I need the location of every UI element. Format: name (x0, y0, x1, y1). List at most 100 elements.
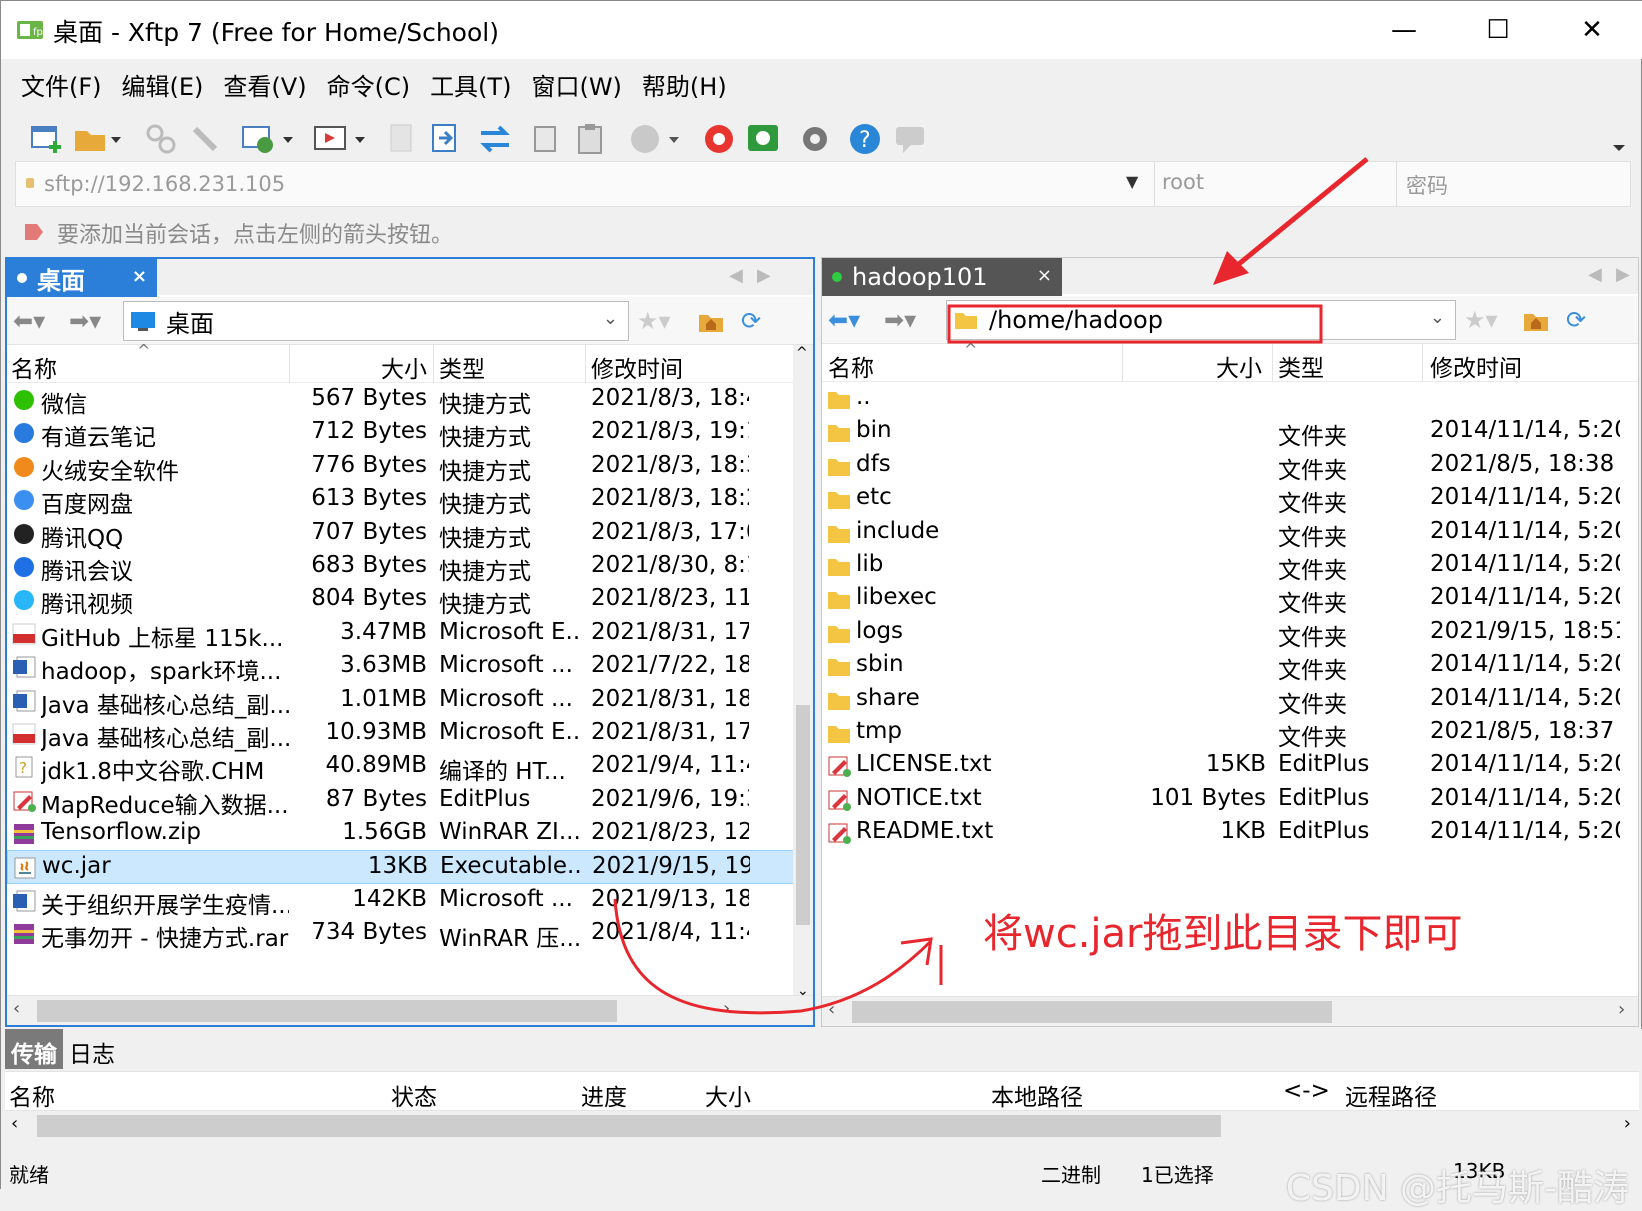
disconnect-icon[interactable] (143, 121, 179, 157)
file-row[interactable]: 关于组织开展学生疫情... 142KB Microsoft ... 2021/9/13… (7, 884, 813, 919)
scroll-thumb[interactable] (37, 1115, 1221, 1137)
menu-view[interactable]: 查看(V) (223, 67, 306, 102)
local-horizontal-scrollbar[interactable]: ‹ › (7, 995, 813, 1025)
file-row[interactable]: LICENSE.txt 15KB EditPlus 2014/11/14, 5:20 (822, 749, 1638, 782)
file-row[interactable]: wc.jar 13KB Executable... 2021/9/15, 19: (7, 850, 813, 884)
password-input[interactable]: 密码 (1406, 170, 1448, 200)
col-size[interactable]: 大小 (381, 350, 427, 384)
local-path-combo[interactable]: 桌面 ⌄ (123, 301, 629, 341)
help-icon[interactable]: ? (847, 121, 883, 157)
terminal-icon[interactable] (313, 121, 369, 157)
tab-next-icon[interactable]: ▶ (757, 265, 771, 286)
tab-local-desktop[interactable]: 桌面 × (7, 259, 157, 297)
file-row[interactable]: 腾讯视频 804 Bytes 快捷方式 2021/8/23, 11: (7, 583, 813, 618)
tab-transfer[interactable]: 传输 (5, 1029, 63, 1069)
scroll-thumb[interactable] (796, 705, 810, 925)
tab-log[interactable]: 日志 (63, 1029, 121, 1069)
file-row[interactable]: Java 基础核心总结_副... 10.93MB Microsoft E... 202… (7, 717, 813, 752)
file-row[interactable]: 微信 567 Bytes 快捷方式 2021/8/3, 18:4 (7, 383, 813, 418)
col-transfer-size[interactable]: 大小 (705, 1078, 751, 1112)
menu-file[interactable]: 文件(F) (21, 67, 102, 102)
file-row[interactable]: dfs 文件夹 2021/8/5, 18:38 (822, 449, 1638, 484)
refresh-icon[interactable]: ⟳ (1566, 306, 1586, 334)
transfer-horizontal-scrollbar[interactable]: ‹ › (5, 1111, 1639, 1141)
file-row[interactable]: Tensorflow.zip 1.56GB WinRAR ZI... 2021/8/2… (7, 817, 813, 850)
col-direction[interactable]: <-> (1283, 1078, 1330, 1104)
scroll-right-icon[interactable]: › (1618, 999, 1625, 1020)
file-row[interactable]: 无事勿开 - 快捷方式.rar 734 Bytes WinRAR 压... 2021/… (7, 917, 813, 952)
col-progress[interactable]: 进度 (581, 1078, 627, 1112)
file-row[interactable]: hadoop，spark环境... 3.63MB Microsoft ... 2021… (7, 650, 813, 685)
file-row[interactable]: Java 基础核心总结_副... 1.01MB Microsoft ... 2021/… (7, 684, 813, 719)
menu-command[interactable]: 命令(C) (327, 67, 410, 102)
forward-icon[interactable]: ➡▾ (69, 307, 101, 335)
col-modified[interactable]: 修改时间 (591, 350, 683, 384)
star-icon[interactable]: ★▾ (637, 307, 671, 335)
close-button[interactable]: ✕ (1545, 1, 1639, 59)
maximize-button[interactable]: ☐ (1451, 1, 1545, 59)
paste-icon[interactable] (575, 121, 607, 157)
file-row[interactable]: include 文件夹 2014/11/14, 5:20 (822, 516, 1638, 551)
back-icon[interactable]: ⬅▾ (828, 306, 860, 334)
host-url-input[interactable]: sftp://192.168.231.105 (44, 172, 285, 196)
chevron-down-icon[interactable]: ▼ (1126, 172, 1138, 191)
file-row[interactable]: 有道云笔记 712 Bytes 快捷方式 2021/8/3, 19:1 (7, 416, 813, 451)
col-type[interactable]: 类型 (1278, 349, 1324, 383)
minimize-button[interactable]: — (1357, 1, 1451, 59)
file-row[interactable]: sbin 文件夹 2014/11/14, 5:20 (822, 649, 1638, 684)
reconnect-icon[interactable] (187, 121, 223, 157)
toolbar-overflow-icon[interactable] (1611, 129, 1627, 165)
scroll-left-icon[interactable]: ‹ (11, 1113, 18, 1134)
menu-help[interactable]: 帮助(H) (642, 67, 727, 102)
scroll-up-icon[interactable]: ^ (796, 345, 808, 361)
back-icon[interactable]: ⬅▾ (13, 307, 45, 335)
open-folder-icon[interactable] (73, 121, 123, 157)
file-row[interactable]: 百度网盘 613 Bytes 快捷方式 2021/8/3, 18:2 (7, 483, 813, 518)
file-row[interactable]: lib 文件夹 2014/11/14, 5:20 (822, 549, 1638, 584)
file-row[interactable]: share 文件夹 2014/11/14, 5:20 (822, 683, 1638, 718)
file-row[interactable]: libexec 文件夹 2014/11/14, 5:20 (822, 582, 1638, 617)
scroll-right-icon[interactable]: › (723, 998, 730, 1019)
sync-icon[interactable] (477, 121, 513, 157)
scroll-left-icon[interactable]: ‹ (828, 999, 835, 1020)
file-row[interactable]: 火绒安全软件 776 Bytes 快捷方式 2021/8/3, 18:3 (7, 450, 813, 485)
file-row[interactable]: NOTICE.txt 101 Bytes EditPlus 2014/11/14, 5… (822, 783, 1638, 816)
close-tab-icon[interactable]: × (1037, 265, 1052, 286)
star-icon[interactable]: ★▾ (1464, 306, 1498, 334)
col-remote-path[interactable]: 远程路径 (1345, 1078, 1437, 1112)
swirl-icon[interactable] (701, 121, 737, 157)
refresh-icon[interactable]: ⟳ (741, 307, 761, 335)
tab-prev-icon[interactable]: ◀ (729, 265, 743, 286)
menu-edit[interactable]: 编辑(E) (122, 67, 204, 102)
file-row[interactable]: README.txt 1KB EditPlus 2014/11/14, 5:20 (822, 816, 1638, 849)
transfer-mode-icon[interactable] (629, 121, 685, 157)
col-transfer-name[interactable]: 名称 (9, 1078, 55, 1112)
scroll-left-icon[interactable]: ‹ (13, 998, 20, 1019)
copy-icon[interactable] (531, 121, 561, 157)
scroll-thumb[interactable] (37, 1000, 617, 1022)
tab-next-icon[interactable]: ▶ (1616, 264, 1630, 285)
session-settings-icon[interactable] (241, 121, 297, 157)
download-icon[interactable] (387, 121, 417, 157)
username-input[interactable]: root (1162, 170, 1204, 194)
upload-icon[interactable] (429, 121, 461, 157)
menu-window[interactable]: 窗口(W) (531, 67, 621, 102)
xshell-icon[interactable] (745, 121, 781, 157)
chevron-down-icon[interactable]: ⌄ (1430, 307, 1445, 328)
tab-remote-hadoop101[interactable]: hadoop101 × (822, 258, 1062, 296)
tab-prev-icon[interactable]: ◀ (1588, 264, 1602, 285)
scroll-thumb[interactable] (852, 1001, 1332, 1023)
col-modified[interactable]: 修改时间 (1430, 349, 1522, 383)
file-row[interactable]: 腾讯QQ 707 Bytes 快捷方式 2021/8/3, 17:0 (7, 517, 813, 552)
file-row[interactable]: logs 文件夹 2021/9/15, 18:51 (822, 616, 1638, 651)
gear-icon[interactable] (797, 121, 833, 157)
chevron-down-icon[interactable]: ⌄ (603, 308, 618, 329)
close-tab-icon[interactable]: × (132, 266, 147, 287)
col-type[interactable]: 类型 (439, 350, 485, 384)
file-row[interactable]: MapReduce输入数据.... 87 Bytes EditPlus 2021/9/… (7, 784, 813, 819)
file-row[interactable]: .. (822, 382, 1638, 415)
menu-tools[interactable]: 工具(T) (430, 67, 511, 102)
remote-path-combo[interactable]: /home/hadoop ⌄ (946, 300, 1456, 340)
home-folder-icon[interactable] (1522, 308, 1550, 332)
file-row[interactable]: GitHub 上标星 115k... 3.47MB Microsoft E... 20… (7, 617, 813, 652)
